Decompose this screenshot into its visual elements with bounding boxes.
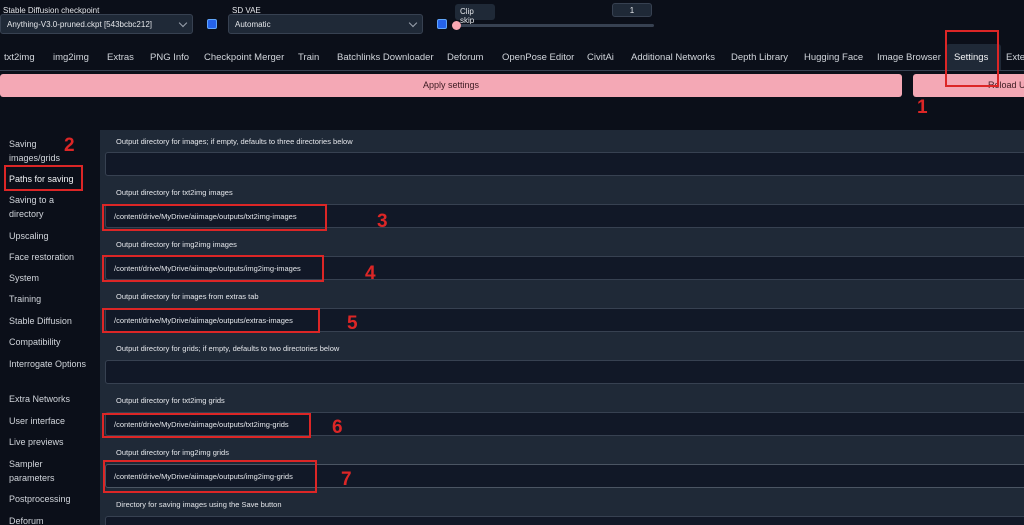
sidebar-item-system[interactable]: System: [9, 271, 89, 285]
tab-additional-networks[interactable]: Additional Networks: [631, 52, 715, 63]
tab-checkpoint-merger[interactable]: Checkpoint Merger: [204, 52, 284, 63]
sidebar-item-sampler-parameters[interactable]: Sampler parameters: [9, 457, 89, 485]
output-grids-input[interactable]: [105, 360, 1024, 384]
annotation-box-extras-images: [102, 308, 320, 333]
annotation-number-4: 4: [365, 263, 376, 284]
tab-image-browser[interactable]: Image Browser: [877, 52, 941, 63]
tab-hugging-face[interactable]: Hugging Face: [804, 52, 863, 63]
field-label-extras-images: Output directory for images from extras …: [116, 292, 259, 301]
chevron-down-icon: [408, 18, 418, 28]
annotation-box-txt2img-grids: [102, 413, 311, 438]
top-controls: Stable Diffusion checkpoint Anything-V3.…: [0, 0, 1024, 44]
sidebar-item-stable-diffusion[interactable]: Stable Diffusion: [9, 314, 89, 328]
clip-skip-slider-handle[interactable]: [452, 21, 461, 30]
tab-deforum[interactable]: Deforum: [447, 52, 483, 63]
apply-settings-button[interactable]: Apply settings: [0, 74, 902, 97]
field-label-txt2img-grids: Output directory for txt2img grids: [116, 396, 225, 405]
annotation-number-7: 7: [341, 469, 352, 490]
field-label-img2img-grids: Output directory for img2img grids: [116, 448, 229, 457]
tab-extensions[interactable]: Exter: [1006, 52, 1024, 63]
vae-value: Automatic: [235, 20, 271, 29]
annotation-box-settings-tab: [945, 30, 999, 87]
clip-skip-number[interactable]: 1: [612, 3, 652, 17]
tab-divider: [0, 70, 1024, 71]
annotation-number-1: 1: [917, 97, 928, 118]
tab-batchlinks-downloader[interactable]: Batchlinks Downloader: [337, 52, 434, 63]
annotation-number-2: 2: [64, 135, 75, 156]
sidebar-item-compatibility[interactable]: Compatibility: [9, 335, 89, 349]
output-images-input[interactable]: [105, 152, 1024, 176]
field-label-img2img-images: Output directory for img2img images: [116, 240, 237, 249]
annotation-number-6: 6: [332, 417, 343, 438]
clip-skip-label: Clip skip: [455, 4, 495, 25]
tab-bar: txt2img img2img Extras PNG Info Checkpoi…: [0, 48, 1024, 68]
sidebar-item-live-previews[interactable]: Live previews: [9, 435, 89, 449]
annotation-box-img2img-grids: [103, 460, 317, 493]
tab-png-info[interactable]: PNG Info: [150, 52, 189, 63]
checkpoint-select[interactable]: Anything-V3.0-pruned.ckpt [543bcbc212]: [0, 14, 193, 34]
sidebar-item-postprocessing[interactable]: Postprocessing: [9, 492, 89, 506]
vae-select[interactable]: Automatic: [228, 14, 423, 34]
field-label-output-images: Output directory for images; if empty, d…: [116, 137, 353, 146]
sidebar-item-saving-to-a-directory[interactable]: Saving to a directory: [9, 193, 89, 221]
annotation-box-txt2img-images: [102, 204, 327, 231]
chevron-down-icon: [178, 18, 188, 28]
tab-txt2img[interactable]: txt2img: [4, 52, 35, 63]
refresh-checkpoint-icon[interactable]: [207, 19, 217, 29]
sidebar-item-saving-images-grids[interactable]: Saving images/grids: [9, 137, 89, 165]
tab-openpose-editor[interactable]: OpenPose Editor: [502, 52, 574, 63]
sidebar-item-interrogate-options[interactable]: Interrogate Options: [9, 357, 89, 371]
refresh-vae-icon[interactable]: [437, 19, 447, 29]
tab-train[interactable]: Train: [298, 52, 319, 63]
field-label-output-grids: Output directory for grids; if empty, de…: [116, 344, 340, 353]
tab-civitai[interactable]: CivitAi: [587, 52, 614, 63]
annotation-box-img2img-images: [102, 255, 324, 282]
field-label-save-button-directory: Directory for saving images using the Sa…: [116, 500, 282, 509]
annotation-number-3: 3: [377, 211, 388, 232]
save-button-directory-input[interactable]: [105, 516, 1024, 525]
sidebar-item-extra-networks[interactable]: Extra Networks: [9, 392, 89, 406]
checkpoint-value: Anything-V3.0-pruned.ckpt [543bcbc212]: [7, 20, 152, 29]
sidebar-item-training[interactable]: Training: [9, 292, 89, 306]
clip-skip-slider[interactable]: [456, 24, 654, 27]
sidebar-item-deforum[interactable]: Deforum: [9, 514, 89, 525]
tab-extras[interactable]: Extras: [107, 52, 134, 63]
tab-img2img[interactable]: img2img: [53, 52, 89, 63]
field-label-txt2img-images: Output directory for txt2img images: [116, 188, 233, 197]
tab-depth-library[interactable]: Depth Library: [731, 52, 788, 63]
annotation-box-paths-for-saving: [4, 165, 83, 191]
sidebar-item-face-restoration[interactable]: Face restoration: [9, 250, 89, 264]
sidebar-item-upscaling[interactable]: Upscaling: [9, 229, 89, 243]
annotation-number-5: 5: [347, 313, 358, 334]
sidebar-item-user-interface[interactable]: User interface: [9, 414, 89, 428]
